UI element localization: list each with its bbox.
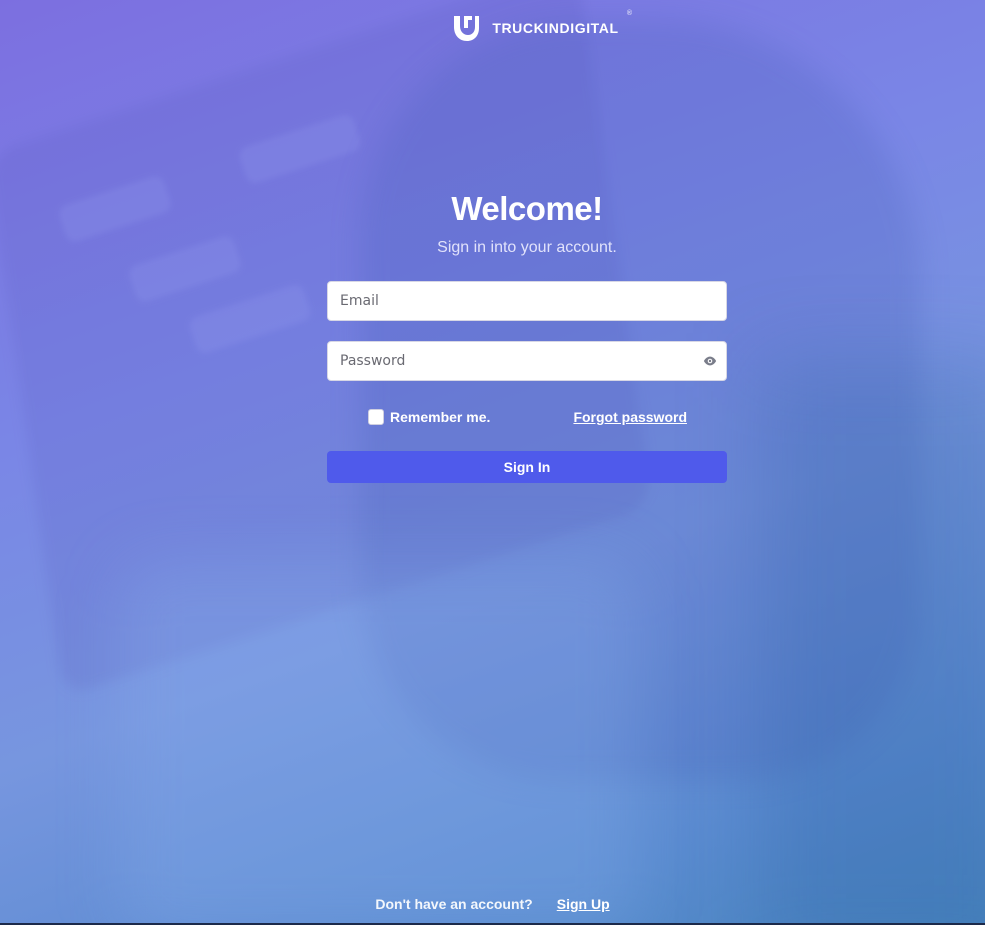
background-highlight: [120, 560, 640, 925]
signup-prompt-text: Don't have an account?: [375, 896, 533, 912]
background-key: [187, 282, 313, 356]
background-key: [237, 112, 363, 186]
password-field[interactable]: [327, 341, 727, 381]
remember-me-checkbox[interactable]: [368, 409, 384, 425]
brand-name-text: TRUCKINDIGITAL: [492, 20, 619, 36]
truckindigital-logo-icon: [454, 16, 480, 41]
login-page: TRUCKINDIGITAL ® Welcome! Sign in into y…: [0, 0, 985, 925]
brand-trademark: ®: [626, 10, 633, 17]
background-shadow: [760, 360, 985, 925]
remember-me-label: Remember me.: [390, 409, 491, 425]
background-key: [126, 233, 244, 305]
signup-prompt: Don't have an account? Sign Up: [0, 896, 985, 912]
background-key: [56, 173, 174, 245]
login-form: Welcome! Sign in into your account. Reme…: [327, 185, 727, 483]
forgot-password-link[interactable]: Forgot password: [573, 409, 687, 425]
page-title: Welcome!: [451, 190, 603, 227]
eye-icon[interactable]: [703, 354, 717, 368]
email-field-wrapper: [327, 281, 727, 321]
password-field-wrapper: [327, 341, 727, 381]
email-field[interactable]: [327, 281, 727, 321]
sign-up-link[interactable]: Sign Up: [557, 896, 610, 912]
remember-me-toggle[interactable]: Remember me.: [368, 409, 490, 425]
brand-name: TRUCKINDIGITAL ®: [492, 10, 632, 36]
brand-header: TRUCKINDIGITAL ®: [42, 10, 985, 44]
page-subtitle: Sign in into your account.: [437, 239, 617, 256]
form-options: Remember me. Forgot password: [327, 409, 727, 425]
sign-in-button[interactable]: Sign In: [327, 451, 727, 483]
